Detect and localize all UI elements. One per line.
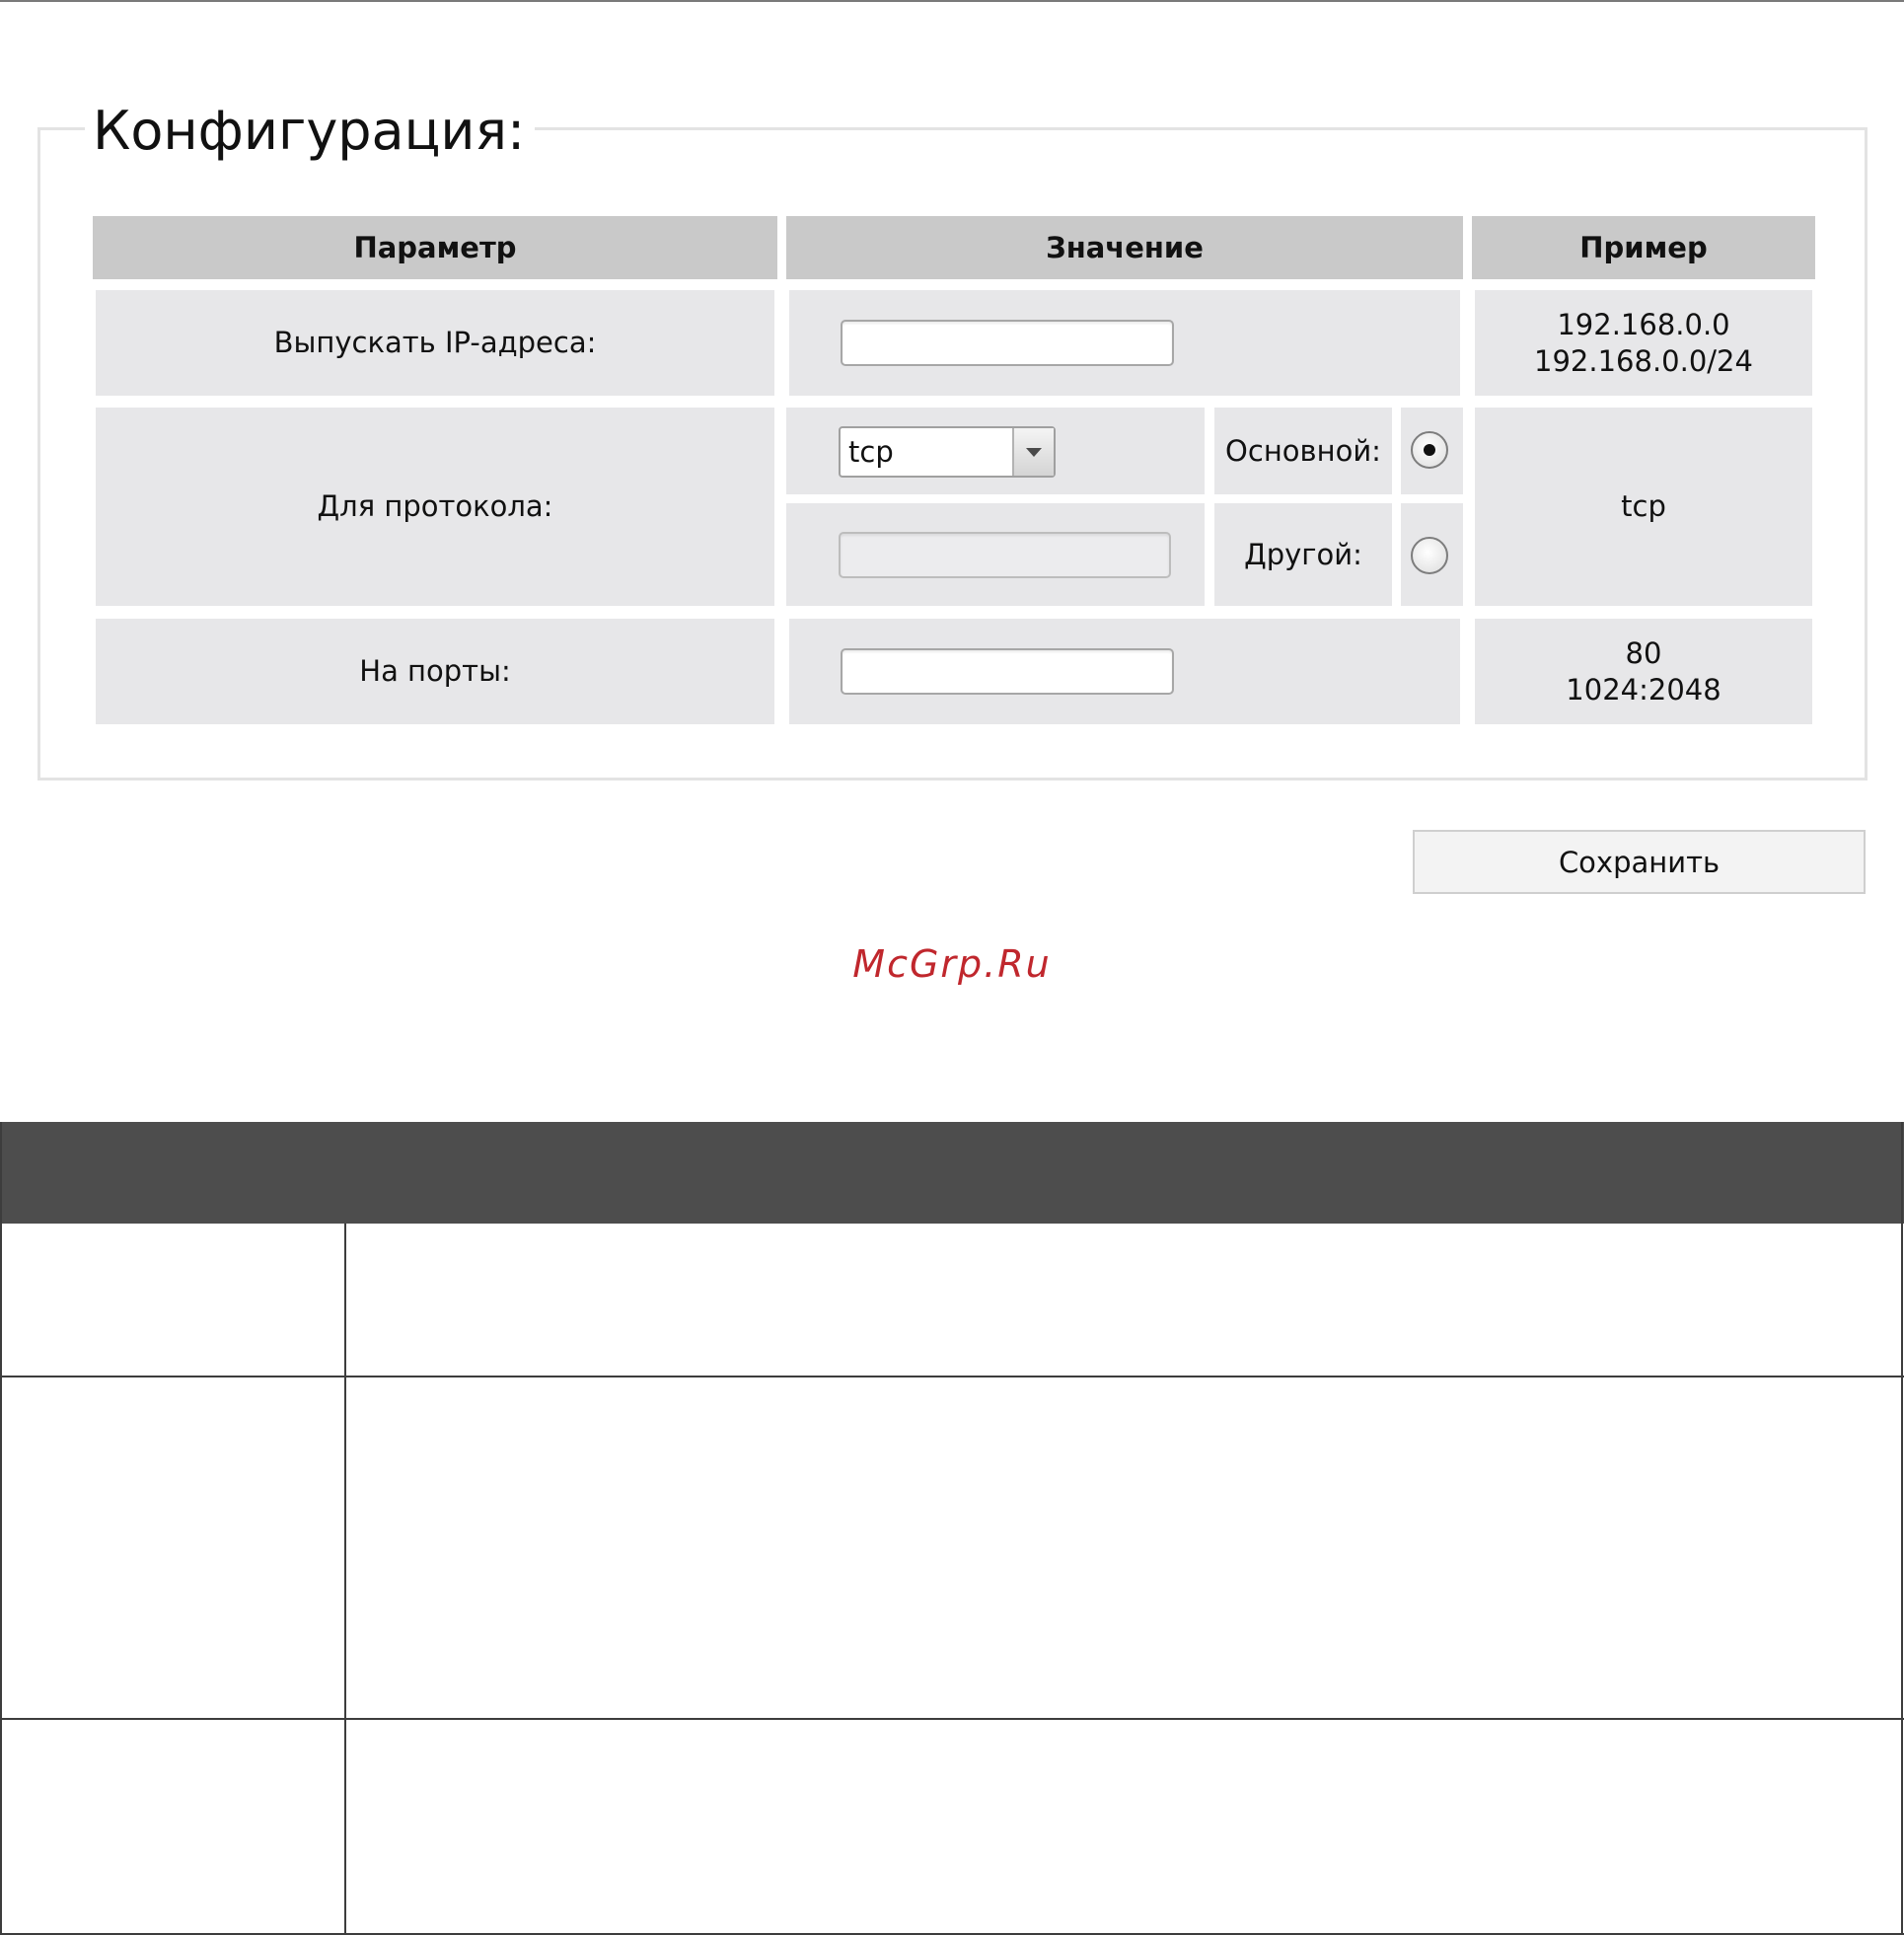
- protocol-select-value: tcp: [848, 435, 894, 469]
- ports-label: На порты:: [96, 619, 774, 724]
- doc-table-row: [0, 1377, 1904, 1720]
- protocol-select[interactable]: tcp: [839, 426, 1056, 478]
- top-rule: [0, 0, 1904, 2]
- other-option-label: Другой:: [1214, 503, 1392, 606]
- protocol-other-input[interactable]: [839, 532, 1171, 578]
- ports-example-line1: 80: [1625, 635, 1662, 670]
- radio-main[interactable]: [1411, 431, 1448, 469]
- radio-selected-icon: [1424, 444, 1435, 456]
- doc-table-header: [0, 1122, 1904, 1224]
- header-example: Пример: [1472, 216, 1815, 279]
- radio-other[interactable]: [1411, 537, 1448, 574]
- skip-ip-label: Выпускать IP-адреса:: [96, 290, 774, 396]
- main-option-label: Основной:: [1214, 408, 1392, 494]
- skip-ip-input[interactable]: [841, 320, 1174, 366]
- protocol-example: tcp: [1475, 408, 1812, 606]
- ports-input[interactable]: [841, 648, 1174, 695]
- header-value: Значение: [786, 216, 1463, 279]
- config-title: Конфигурация:: [85, 97, 536, 166]
- doc-table-row: [0, 1720, 1904, 1935]
- doc-table-row: [0, 1224, 1904, 1377]
- skip-ip-example-cell: 192.168.0.0 192.168.0.0/24: [1475, 290, 1812, 396]
- skip-ip-example-line1: 192.168.0.0: [1557, 307, 1730, 341]
- ports-example-line2: 1024:2048: [1566, 672, 1721, 707]
- save-button[interactable]: Сохранить: [1413, 830, 1866, 894]
- header-parameter: Параметр: [93, 216, 777, 279]
- ports-example-cell: 80 1024:2048: [1475, 619, 1812, 724]
- watermark: McGrp.Ru: [852, 942, 1052, 986]
- skip-ip-example-line2: 192.168.0.0/24: [1534, 343, 1753, 378]
- protocol-label: Для протокола:: [96, 408, 774, 606]
- chevron-down-icon[interactable]: [1012, 428, 1054, 476]
